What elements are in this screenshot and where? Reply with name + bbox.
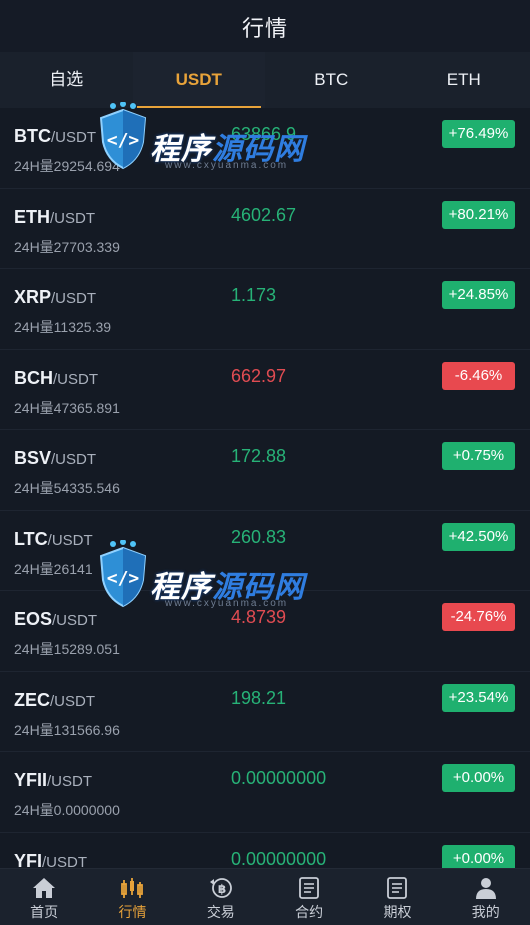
volume-24h: 24H量11325.39 bbox=[14, 317, 111, 337]
last-price: 662.97 bbox=[231, 366, 286, 387]
market-row[interactable]: ZEC/USDT 24H量131566.96 198.21 +23.54% bbox=[0, 672, 530, 753]
last-price: 172.88 bbox=[231, 446, 286, 467]
last-price: 4602.67 bbox=[231, 205, 296, 226]
market-row[interactable]: EOS/USDT 24H量15289.051 4.8739 -24.76% bbox=[0, 591, 530, 672]
nav-label: 首页 bbox=[30, 904, 58, 920]
change-badge: +0.75% bbox=[442, 442, 515, 470]
market-list: BTC/USDT 24H量29254.694 63866.9 +76.49% ETH/U… bbox=[0, 108, 530, 868]
quote-symbol: /USDT bbox=[53, 371, 98, 388]
pair-name: YFI/USDT bbox=[14, 851, 87, 869]
nav-trade[interactable]: ฿ 交易 bbox=[177, 869, 265, 925]
base-symbol: BTC bbox=[14, 126, 51, 146]
pair-name: BSV/USDT bbox=[14, 448, 96, 469]
change-badge: +24.85% bbox=[442, 281, 515, 309]
market-row[interactable]: BTC/USDT 24H量29254.694 63866.9 +76.49% bbox=[0, 108, 530, 189]
change-badge: +0.00% bbox=[442, 764, 515, 792]
bottom-nav: 首页 行情 ฿ 交易 合约 期权 bbox=[0, 868, 530, 925]
base-symbol: ETH bbox=[14, 207, 50, 227]
market-tabs: 自选 USDT BTC ETH bbox=[0, 52, 530, 108]
tab-btc[interactable]: BTC bbox=[265, 52, 398, 108]
pair-name: XRP/USDT bbox=[14, 287, 96, 308]
market-row[interactable]: BCH/USDT 24H量47365.891 662.97 -6.46% bbox=[0, 350, 530, 431]
market-row[interactable]: BSV/USDT 24H量54335.546 172.88 +0.75% bbox=[0, 430, 530, 511]
pair-name: EOS/USDT bbox=[14, 609, 97, 630]
change-badge: +42.50% bbox=[442, 523, 515, 551]
page-title: 行情 bbox=[0, 0, 530, 58]
quote-symbol: /USDT bbox=[47, 773, 92, 790]
last-price: 0.00000000 bbox=[231, 849, 326, 869]
last-price: 0.00000000 bbox=[231, 768, 326, 789]
quote-symbol: /USDT bbox=[42, 854, 87, 869]
quote-symbol: /USDT bbox=[51, 451, 96, 468]
home-icon bbox=[31, 876, 57, 900]
quote-symbol: /USDT bbox=[48, 532, 93, 549]
volume-24h: 24H量47365.891 bbox=[14, 398, 120, 418]
market-row[interactable]: XRP/USDT 24H量11325.39 1.173 +24.85% bbox=[0, 269, 530, 350]
nav-profile[interactable]: 我的 bbox=[442, 869, 530, 925]
top-header: 行情 bbox=[0, 0, 530, 52]
market-row[interactable]: YFII/USDT 24H量0.0000000 0.00000000 +0.00% bbox=[0, 752, 530, 833]
options-document-icon bbox=[384, 876, 410, 900]
nav-label: 合约 bbox=[295, 904, 323, 920]
base-symbol: BSV bbox=[14, 448, 51, 468]
nav-label: 我的 bbox=[472, 904, 500, 920]
market-row[interactable]: ETH/USDT 24H量27703.339 4602.67 +80.21% bbox=[0, 189, 530, 270]
pair-name: ETH/USDT bbox=[14, 207, 95, 228]
volume-24h: 24H量26141 bbox=[14, 559, 93, 579]
volume-24h: 24H量54335.546 bbox=[14, 478, 120, 498]
base-symbol: LTC bbox=[14, 529, 48, 549]
pair-name: ZEC/USDT bbox=[14, 690, 95, 711]
contract-document-icon bbox=[296, 876, 322, 900]
nav-home[interactable]: 首页 bbox=[0, 869, 88, 925]
base-symbol: YFII bbox=[14, 770, 47, 790]
market-row[interactable]: LTC/USDT 24H量26141 260.83 +42.50% bbox=[0, 511, 530, 592]
base-symbol: XRP bbox=[14, 287, 51, 307]
volume-24h: 24H量131566.96 bbox=[14, 720, 120, 740]
nav-label: 期权 bbox=[383, 904, 411, 920]
tab-eth[interactable]: ETH bbox=[398, 52, 530, 108]
pair-name: LTC/USDT bbox=[14, 529, 93, 550]
bitcoin-exchange-icon: ฿ bbox=[208, 876, 234, 900]
tab-usdt[interactable]: USDT bbox=[133, 52, 266, 108]
quote-symbol: /USDT bbox=[50, 693, 95, 710]
change-badge: +76.49% bbox=[442, 120, 515, 148]
pair-name: BTC/USDT bbox=[14, 126, 96, 147]
svg-text:฿: ฿ bbox=[218, 882, 226, 896]
user-icon bbox=[473, 876, 499, 900]
nav-market[interactable]: 行情 bbox=[88, 869, 176, 925]
change-badge: +80.21% bbox=[442, 201, 515, 229]
candlestick-icon bbox=[119, 876, 145, 900]
base-symbol: ZEC bbox=[14, 690, 50, 710]
nav-contract[interactable]: 合约 bbox=[265, 869, 353, 925]
last-price: 198.21 bbox=[231, 688, 286, 709]
last-price: 4.8739 bbox=[231, 607, 286, 628]
quote-symbol: /USDT bbox=[50, 210, 95, 227]
pair-name: YFII/USDT bbox=[14, 770, 92, 791]
pair-name: BCH/USDT bbox=[14, 368, 98, 389]
base-symbol: YFI bbox=[14, 851, 42, 869]
nav-label: 行情 bbox=[118, 904, 146, 920]
volume-24h: 24H量0.0000000 bbox=[14, 800, 120, 820]
volume-24h: 24H量15289.051 bbox=[14, 639, 120, 659]
change-badge: +23.54% bbox=[442, 684, 515, 712]
quote-symbol: /USDT bbox=[52, 612, 97, 629]
last-price: 63866.9 bbox=[231, 124, 296, 145]
volume-24h: 24H量27703.339 bbox=[14, 237, 120, 257]
quote-symbol: /USDT bbox=[51, 290, 96, 307]
market-row[interactable]: YFI/USDT 0.00000000 +0.00% bbox=[0, 833, 530, 869]
tab-favorites[interactable]: 自选 bbox=[0, 52, 133, 108]
last-price: 260.83 bbox=[231, 527, 286, 548]
change-badge: -24.76% bbox=[442, 603, 515, 631]
nav-label: 交易 bbox=[207, 904, 235, 920]
change-badge: +0.00% bbox=[442, 845, 515, 869]
last-price: 1.173 bbox=[231, 285, 276, 306]
base-symbol: EOS bbox=[14, 609, 52, 629]
change-badge: -6.46% bbox=[442, 362, 515, 390]
nav-options[interactable]: 期权 bbox=[353, 869, 441, 925]
volume-24h: 24H量29254.694 bbox=[14, 156, 120, 176]
quote-symbol: /USDT bbox=[51, 129, 96, 146]
base-symbol: BCH bbox=[14, 368, 53, 388]
